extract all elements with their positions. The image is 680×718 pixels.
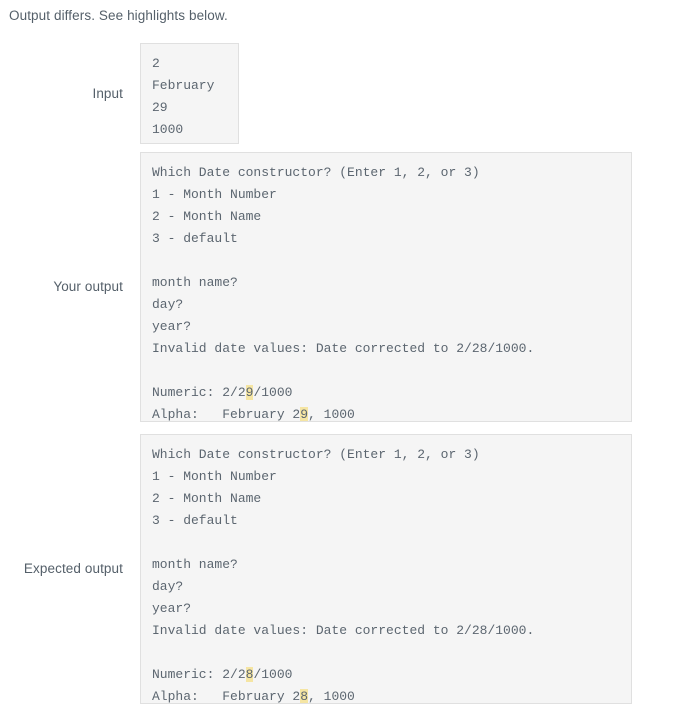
expected-output-row: Expected output Which Date constructor? … bbox=[0, 434, 632, 704]
your-output-alpha-line: Alpha: February 29, 1000 bbox=[152, 404, 620, 422]
expected-numeric-prefix: Numeric: 2/2 bbox=[152, 667, 246, 682]
expected-output-content-box: Which Date constructor? (Enter 1, 2, or … bbox=[140, 434, 632, 704]
your-alpha-prefix: Alpha: February 2 bbox=[152, 407, 301, 422]
your-output-plain-lines: Which Date constructor? (Enter 1, 2, or … bbox=[152, 165, 535, 356]
your-numeric-prefix: Numeric: 2/2 bbox=[152, 385, 246, 400]
expected-alpha-highlight: 8 bbox=[300, 689, 309, 704]
diff-results-panel: Output differs. See highlights below. In… bbox=[0, 0, 680, 718]
your-output-row: Your output Which Date constructor? (Ent… bbox=[0, 152, 632, 422]
expected-numeric-suffix: /1000 bbox=[253, 667, 293, 682]
input-row: Input 2 February 29 1000 bbox=[0, 43, 239, 144]
your-alpha-suffix: , 1000 bbox=[308, 407, 355, 422]
expected-alpha-suffix: , 1000 bbox=[308, 689, 355, 704]
your-output-numeric-line: Numeric: 2/29/1000 bbox=[152, 382, 620, 404]
expected-output-plain-lines: Which Date constructor? (Enter 1, 2, or … bbox=[152, 447, 535, 638]
your-alpha-highlight: 9 bbox=[300, 407, 309, 422]
expected-output-numeric-line: Numeric: 2/28/1000 bbox=[152, 664, 620, 686]
expected-output-label: Expected output bbox=[23, 561, 123, 576]
input-content-box: 2 February 29 1000 bbox=[140, 43, 239, 144]
your-output-label: Your output bbox=[53, 279, 123, 294]
input-label: Input bbox=[92, 85, 123, 101]
status-message: Output differs. See highlights below. bbox=[9, 8, 228, 23]
expected-alpha-prefix: Alpha: February 2 bbox=[152, 689, 301, 704]
expected-output-alpha-line: Alpha: February 28, 1000 bbox=[152, 686, 620, 704]
your-output-content-box: Which Date constructor? (Enter 1, 2, or … bbox=[140, 152, 632, 422]
your-numeric-suffix: /1000 bbox=[253, 385, 293, 400]
